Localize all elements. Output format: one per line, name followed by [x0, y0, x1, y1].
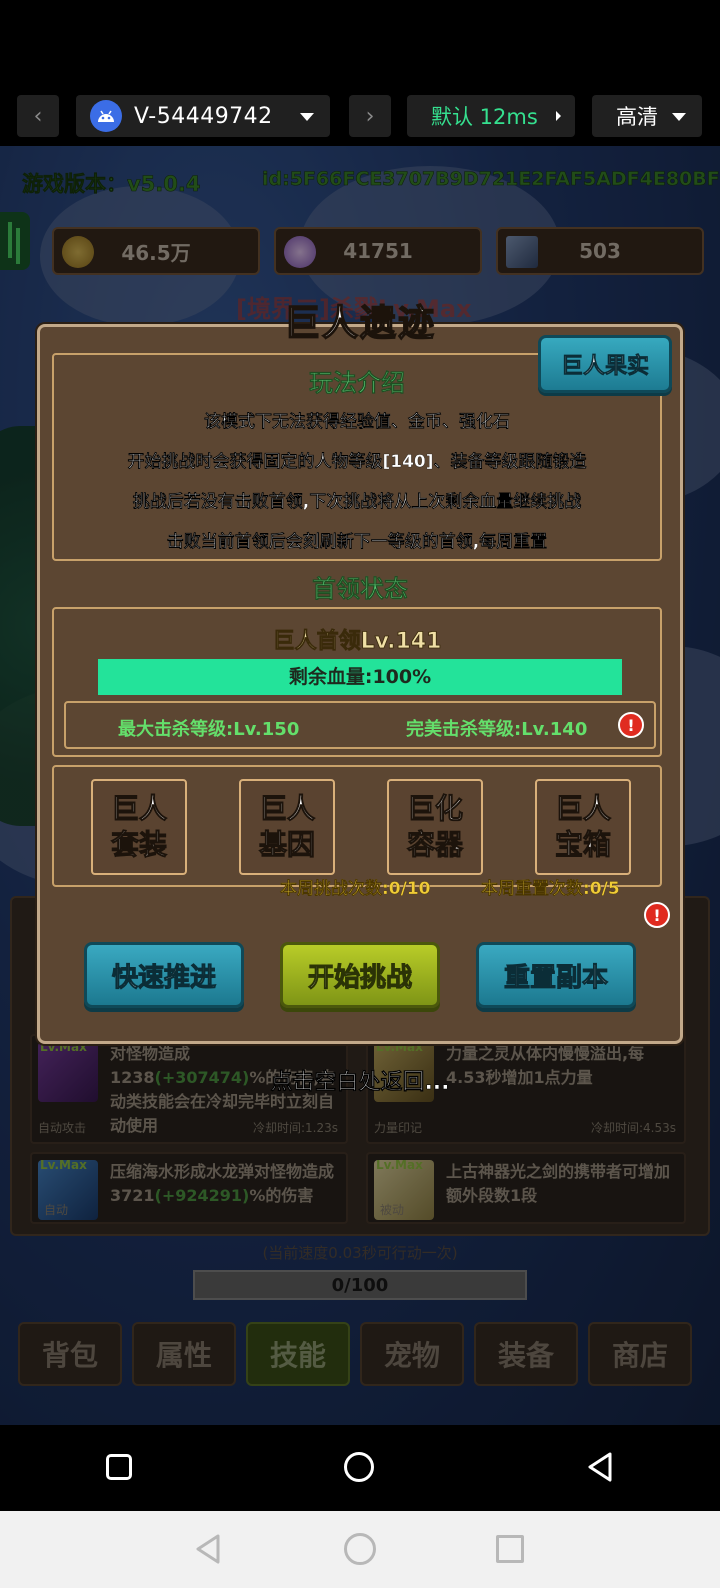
- giant-gene-button[interactable]: 巨人 基因: [239, 779, 335, 875]
- back-triangle-icon[interactable]: [194, 1533, 222, 1565]
- quality-selector[interactable]: 高清: [592, 95, 702, 137]
- chevron-right-icon: ›: [365, 103, 375, 129]
- giant-container-button[interactable]: 巨化 容器: [387, 779, 483, 875]
- back-triangle-icon[interactable]: [586, 1451, 614, 1483]
- recent-apps-icon[interactable]: [496, 1535, 524, 1563]
- giant-set-button[interactable]: 巨人 套装: [91, 779, 187, 875]
- back-button[interactable]: ‹: [17, 95, 59, 137]
- intro-line: 挑战后若没有击败首领,下次挑战将从上次剩余血量继续挑战: [132, 492, 582, 512]
- alert-icon[interactable]: !: [644, 902, 670, 928]
- start-challenge-button[interactable]: 开始挑战: [280, 942, 440, 1008]
- forward-button[interactable]: ›: [349, 95, 391, 137]
- boss-status-frame: 巨人首领Lv.141 剩余血量:100% 最大击杀等级:Lv.150 完美击杀等…: [52, 607, 662, 757]
- max-kill-level: 最大击杀等级:Lv.150: [118, 719, 300, 740]
- intro-line: 击败当前首领后会刻刷新下一等级的首领,每周重置: [166, 532, 548, 552]
- boss-hp-bar: 剩余血量:100%: [98, 659, 622, 695]
- feature-frame: 巨人 套装 巨人 基因 巨化 容器 巨人 宝箱: [52, 765, 662, 887]
- home-icon[interactable]: [344, 1452, 374, 1482]
- weekly-challenge-count: 本周挑战次数:0/10: [280, 879, 431, 899]
- game-screen: 游戏版本：v5.0.4 id:5F66FCE3707B9D721E2FAF5AD…: [0, 146, 720, 1425]
- intro-line: 开始挑战时会获得固定的人物等级[140]、装备等级跟随锻造: [127, 452, 587, 472]
- latency-label: 默认 12ms: [431, 105, 538, 129]
- dropdown-caret-icon: [672, 113, 686, 121]
- giant-fruit-button[interactable]: 巨人果实: [538, 335, 672, 393]
- alert-icon[interactable]: !: [618, 712, 644, 738]
- signal-icon: [556, 111, 561, 121]
- cloud-phone-toolbar: ‹ V-54449742 › 默认 12ms 高清: [0, 0, 720, 146]
- perfect-kill-level: 完美击杀等级:Lv.140: [406, 719, 588, 740]
- host-nav-bar: [0, 1511, 720, 1588]
- status-heading: 首领状态: [312, 575, 408, 603]
- kill-level-row: 最大击杀等级:Lv.150 完美击杀等级:Lv.140 !: [64, 701, 656, 749]
- boss-name: 巨人首领Lv.141: [272, 629, 442, 655]
- android-icon: [90, 100, 122, 132]
- screen: ‹ V-54449742 › 默认 12ms 高清 游戏版本：v5.0.4 id…: [0, 0, 720, 1588]
- intro-line: 该模式下无法获得经验值、金币、强化石: [204, 412, 510, 432]
- giant-ruins-dialog: 玩法介绍 该模式下无法获得经验值、金币、强化石 开始挑战时会获得固定的人物等级[…: [37, 324, 683, 1044]
- return-hint: 点击空白处返回...: [270, 1070, 450, 1096]
- reset-dungeon-button[interactable]: 重置副本: [476, 942, 636, 1008]
- device-id: V-54449742: [134, 103, 273, 129]
- quality-label: 高清: [616, 105, 658, 129]
- fast-forward-button[interactable]: 快速推进: [84, 942, 244, 1008]
- home-icon[interactable]: [344, 1533, 376, 1565]
- weekly-reset-count: 本周重置次数:0/5: [481, 879, 620, 899]
- latency-selector[interactable]: 默认 12ms: [407, 95, 575, 137]
- android-nav-bar: [0, 1425, 720, 1511]
- chevron-left-icon: ‹: [33, 103, 43, 129]
- recent-apps-icon[interactable]: [106, 1454, 132, 1480]
- giant-chest-button[interactable]: 巨人 宝箱: [535, 779, 631, 875]
- device-selector[interactable]: V-54449742: [76, 95, 330, 137]
- boss-hp-text: 剩余血量:100%: [288, 666, 432, 688]
- dropdown-caret-icon: [300, 113, 314, 121]
